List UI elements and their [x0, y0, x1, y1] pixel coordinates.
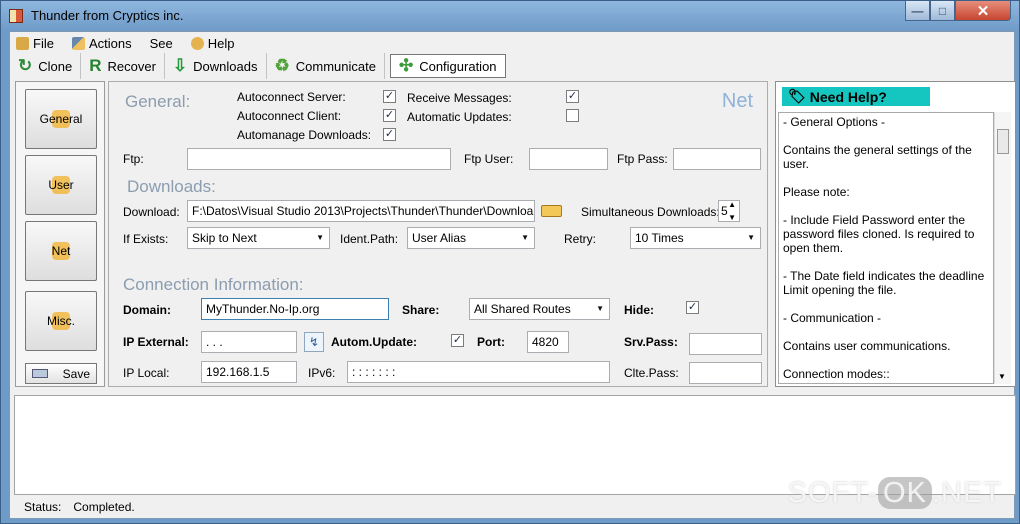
automatic-updates-label: Automatic Updates:: [407, 110, 512, 124]
download-icon: ⇩: [172, 56, 188, 75]
file-icon: [16, 36, 29, 50]
refresh-icon: ↻: [18, 56, 33, 75]
ftp-user-label: Ftp User:: [464, 152, 514, 166]
net-button[interactable]: Net: [25, 221, 97, 281]
minimize-button[interactable]: —: [905, 1, 930, 21]
ftp-pass-input[interactable]: [673, 148, 761, 170]
port-label: Port:: [477, 335, 505, 349]
status-bar: Status: Completed.: [24, 500, 135, 514]
folder-icon[interactable]: [541, 205, 562, 217]
ip-local-input[interactable]: 192.168.1.5: [201, 361, 297, 383]
scroll-down-icon[interactable]: ▼: [998, 372, 1006, 381]
ident-path-label: Ident.Path:: [340, 232, 399, 246]
automanage-downloads-checkbox[interactable]: ✓: [383, 128, 396, 141]
menu-see[interactable]: See: [150, 36, 173, 51]
ftp-label: Ftp:: [123, 152, 144, 166]
configuration-sidebar: General User Net Misc. Save: [15, 81, 105, 387]
ftp-pass-label: Ftp Pass:: [617, 152, 668, 166]
ip-external-label: IP External:: [123, 335, 189, 349]
help-panel: 🏷 Need Help? - General Options - Contains…: [775, 81, 1016, 387]
ip-local-label: IP Local:: [123, 366, 170, 380]
receive-messages-checkbox[interactable]: ✓: [566, 90, 579, 103]
ftp-user-input[interactable]: [529, 148, 608, 170]
need-help-header: 🏷 Need Help?: [782, 87, 930, 106]
server-password-label: Srv.Pass:: [624, 335, 678, 349]
help-text[interactable]: - General Options - Contains the general…: [778, 112, 994, 384]
menu-help[interactable]: Help: [190, 36, 234, 51]
tag-icon: 🏷: [788, 88, 806, 104]
ip-refresh-icon[interactable]: ↯: [304, 332, 324, 352]
save-button[interactable]: Save: [25, 363, 97, 384]
downloads-title: Downloads:: [127, 177, 216, 196]
ipv6-input[interactable]: : : : : : : :: [347, 361, 610, 383]
autoconnect-server-label: Autoconnect Server:: [237, 90, 346, 104]
recycle-icon: ♻: [274, 56, 290, 75]
help-scrollbar[interactable]: ▼: [994, 112, 1011, 384]
receive-messages-label: Receive Messages:: [407, 91, 512, 105]
share-select[interactable]: All Shared Routes: [469, 298, 610, 320]
net-title: Net: [721, 90, 753, 112]
simultaneous-downloads-label: Simultaneous Downloads:: [581, 205, 720, 219]
title-bar[interactable]: Thunder from Cryptics inc. — □ ✕: [1, 1, 1019, 31]
domain-input[interactable]: MyThunder.No-Ip.org: [201, 298, 389, 320]
client-password-input[interactable]: [689, 362, 762, 384]
menu-bar: File Actions See Help: [16, 34, 234, 52]
main-toolbar: ↻ Clone R Recover ⇩ Downloads ♻ Communicate …: [10, 52, 506, 80]
application-window: Thunder from Cryptics inc. — □ ✕ File Ac…: [0, 0, 1020, 524]
communicate-button[interactable]: ♻ Communicate: [267, 53, 385, 79]
misc-button[interactable]: Misc.: [25, 291, 97, 351]
help-icon: [190, 36, 204, 50]
ident-path-select[interactable]: User Alias: [407, 227, 535, 249]
status-label: Status:: [24, 500, 62, 514]
hide-checkbox[interactable]: ✓: [686, 301, 699, 314]
app-icon: [9, 9, 23, 23]
status-value: Completed.: [73, 500, 135, 514]
window-title: Thunder from Cryptics inc.: [31, 8, 184, 23]
ftp-input[interactable]: [187, 148, 451, 170]
ipv6-label: IPv6:: [308, 366, 336, 380]
autoconnect-client-label: Autoconnect Client:: [237, 109, 342, 123]
recover-icon: R: [89, 56, 102, 75]
scroll-thumb[interactable]: [997, 129, 1009, 154]
actions-icon: [71, 36, 85, 50]
maximize-button[interactable]: □: [930, 1, 955, 21]
autom-update-checkbox[interactable]: ✓: [451, 334, 464, 347]
domain-label: Domain:: [123, 303, 171, 317]
recover-button[interactable]: R Recover: [81, 53, 165, 79]
watermark: SOFT- OK .NET: [787, 477, 1002, 509]
download-path-input[interactable]: F:\Datos\Visual Studio 2013\Projects\Thu…: [187, 200, 535, 222]
retry-select[interactable]: 10 Times: [630, 227, 761, 249]
settings-icon: ✣: [398, 56, 414, 75]
ip-external-input[interactable]: . . .: [201, 331, 297, 353]
retry-label: Retry:: [564, 232, 597, 246]
hide-label: Hide:: [624, 303, 654, 317]
clone-button[interactable]: ↻ Clone: [10, 53, 82, 79]
port-input[interactable]: 4820: [527, 331, 569, 353]
connection-information-title: Connection Information:: [123, 275, 304, 294]
if-exists-label: If Exists:: [123, 232, 169, 246]
share-label: Share:: [402, 303, 440, 317]
user-button[interactable]: User: [25, 155, 97, 215]
server-password-input[interactable]: [689, 333, 762, 355]
simultaneous-downloads-spinner[interactable]: 5: [718, 200, 740, 222]
general-button[interactable]: General: [25, 89, 97, 149]
if-exists-select[interactable]: Skip to Next: [187, 227, 330, 249]
autom-update-label: Autom.Update:: [331, 335, 417, 349]
autoconnect-client-checkbox[interactable]: ✓: [383, 109, 396, 122]
menu-file[interactable]: File: [16, 36, 54, 51]
close-button[interactable]: ✕: [955, 1, 1011, 21]
downloads-button[interactable]: ⇩ Downloads: [165, 53, 267, 79]
client-password-label: Clte.Pass:: [624, 366, 679, 380]
keyboard-icon: [32, 369, 48, 378]
automatic-updates-checkbox[interactable]: [566, 109, 579, 122]
automanage-downloads-label: Automanage Downloads:: [237, 128, 372, 142]
download-path-label: Download:: [123, 205, 180, 219]
configuration-panel: General: Autoconnect Server: ✓ Autoconne…: [108, 81, 768, 387]
general-title: General:: [125, 92, 191, 111]
client-area: File Actions See Help ↻ Clone R Recover ⇩ D…: [9, 31, 1016, 519]
menu-actions[interactable]: Actions: [71, 36, 132, 51]
autoconnect-server-checkbox[interactable]: ✓: [383, 90, 396, 103]
window-controls: — □ ✕: [905, 1, 1011, 23]
configuration-button[interactable]: ✣ Configuration: [389, 54, 506, 78]
